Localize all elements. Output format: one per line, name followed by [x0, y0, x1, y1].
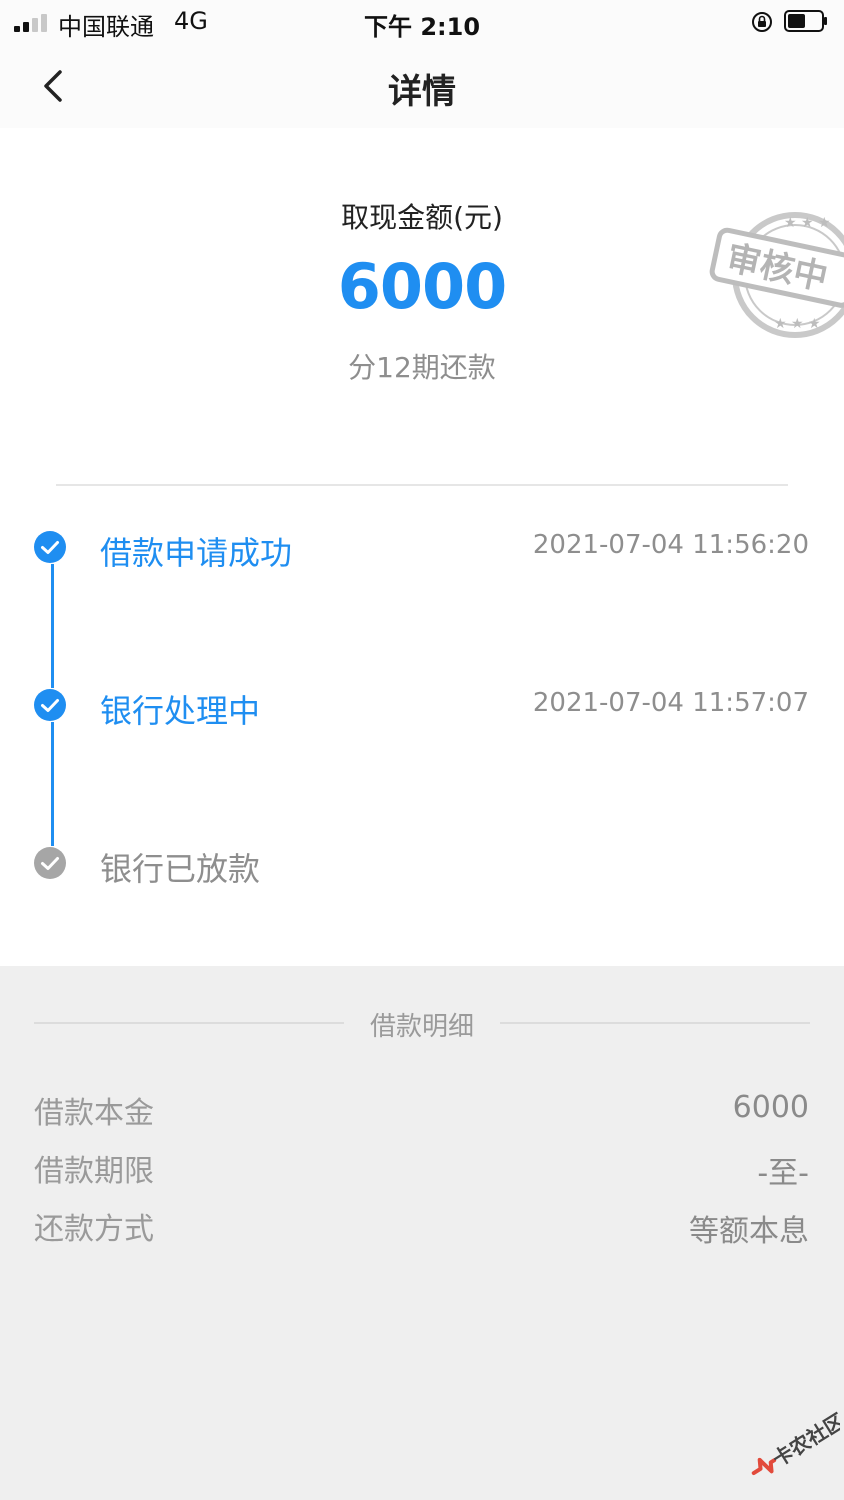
check-circle-icon [34, 689, 66, 721]
timeline-step-label: 银行已放款 [100, 850, 261, 888]
summary-divider [56, 484, 788, 486]
detail-label-term: 借款期限 [34, 1154, 154, 1189]
timeline-connector [51, 564, 54, 688]
section-title: 借款明细 [369, 1012, 474, 1042]
installments-text: 分12期还款 [348, 351, 496, 384]
timeline-step-time: 2021-07-04 11:56:20 [532, 530, 809, 560]
timeline-step-time: 2021-07-04 11:57:07 [532, 688, 809, 718]
svg-text:★ ★ ★: ★ ★ ★ [774, 316, 821, 332]
check-circle-icon [34, 847, 66, 879]
timeline-connector [51, 722, 54, 846]
loan-details-panel: 借款明细 借款本金 6000 借款期限 -至- 还款方式 等额本息 [0, 966, 844, 1500]
detail-label-principal: 借款本金 [34, 1096, 154, 1131]
detail-value-repayment: 等额本息 [689, 1214, 809, 1249]
check-circle-icon [34, 531, 66, 563]
timeline-step-label: 银行处理中 [100, 692, 261, 730]
detail-label-repayment: 还款方式 [34, 1212, 154, 1247]
status-bar: 中国联通 4G 下午 2:10 [0, 0, 844, 44]
timeline-step-label: 借款申请成功 [100, 534, 293, 572]
svg-text:★ ★ ★: ★ ★ ★ [784, 215, 831, 231]
page-title: 详情 [388, 72, 456, 112]
watermark-logo: 卡农社区 [751, 1410, 840, 1476]
svg-text:卡农社区: 卡农社区 [768, 1410, 840, 1471]
status-time: 下午 2:10 [363, 13, 481, 41]
detail-value-term: -至- [757, 1156, 809, 1191]
review-stamp: ★ ★ ★ ★ ★ ★ 审核中 [709, 212, 844, 338]
nav-bar: 详情 [0, 44, 844, 128]
detail-value-principal: 6000 [732, 1090, 809, 1125]
rotation-lock-icon [752, 12, 772, 32]
battery-icon [784, 10, 827, 32]
